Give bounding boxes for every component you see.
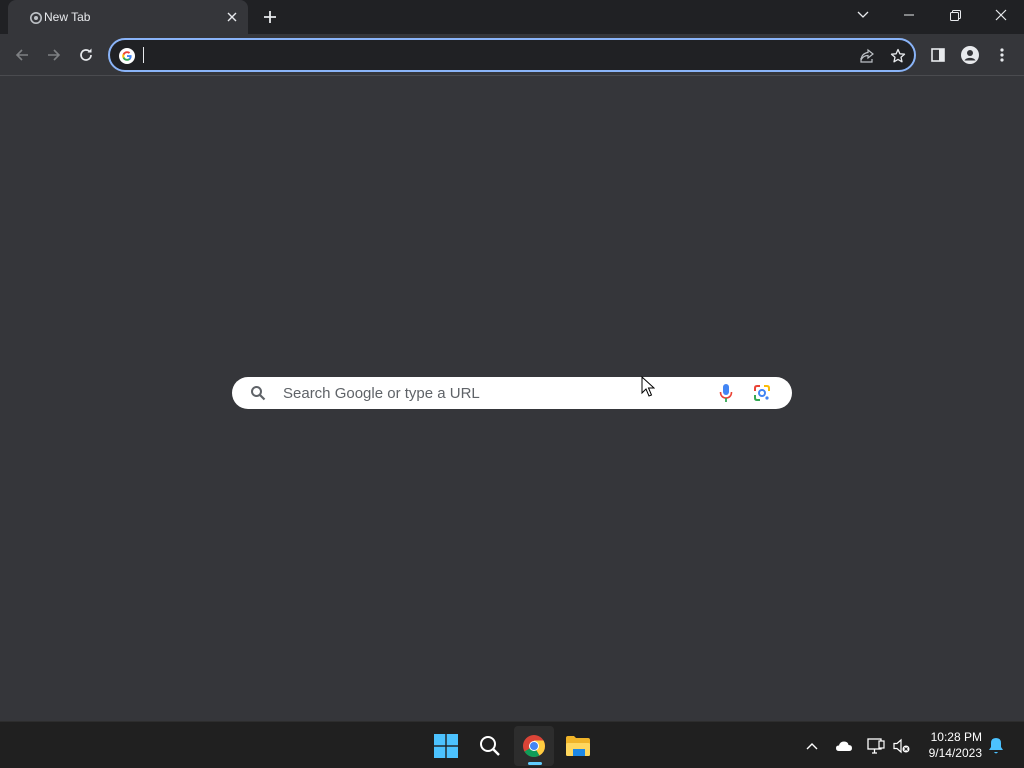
text-caret [143,47,144,63]
tab-search-button[interactable] [840,0,886,30]
active-app-indicator [528,762,542,765]
browser-toolbar [0,34,1024,76]
profile-button[interactable] [958,43,982,67]
network-icon [867,738,885,754]
address-input[interactable] [142,44,842,66]
side-panel-icon [931,48,945,62]
ntp-search-placeholder: Search Google or type a URL [283,385,480,402]
tab-new-tab[interactable]: New Tab [8,0,248,34]
close-window-button[interactable] [978,0,1024,30]
address-bar[interactable] [108,38,916,72]
search-icon [250,385,266,401]
back-button[interactable] [10,43,34,67]
taskbar-search-button[interactable] [470,726,510,766]
star-icon[interactable] [889,47,907,65]
reload-icon [80,48,92,61]
plus-icon [264,11,276,23]
tab-strip: New Tab [0,0,1024,34]
new-tab-button[interactable] [258,5,282,29]
volume-button[interactable] [892,736,912,756]
restore-icon [949,9,961,21]
folder-icon [566,736,590,756]
forward-button[interactable] [42,43,66,67]
taskbar-clock[interactable]: 10:28 PM 9/14/2023 [918,729,982,761]
menu-button[interactable] [990,43,1014,67]
profile-icon [961,46,979,64]
clock-time: 10:28 PM [930,730,982,744]
tab-close-icon[interactable] [224,9,240,25]
search-icon [480,736,500,756]
taskbar-file-explorer-button[interactable] [558,726,598,766]
ntp-search-box[interactable]: Search Google or type a URL [232,377,792,409]
chrome-icon [523,735,545,757]
tray-overflow-button[interactable] [802,736,822,756]
minimize-icon [904,14,914,16]
network-button[interactable] [866,736,886,756]
restore-button[interactable] [932,0,978,30]
google-lens-icon[interactable] [753,384,771,402]
chrome-favicon-icon [30,11,42,24]
cloud-icon [836,741,852,751]
arrow-right-icon [48,49,61,61]
clock-date: 9/14/2023 [928,746,982,760]
microphone-icon[interactable] [718,383,734,403]
notifications-button[interactable] [986,736,1006,756]
chevron-up-icon [806,743,818,750]
tab-title: New Tab [44,10,91,24]
reload-button[interactable] [74,43,98,67]
minimize-button[interactable] [886,0,932,30]
side-panel-button[interactable] [926,43,950,67]
taskbar: 10:28 PM 9/14/2023 [0,721,1024,768]
chevron-down-icon [857,11,869,18]
mouse-pointer-icon [641,375,656,398]
bell-icon [989,738,1003,754]
speaker-muted-icon [893,738,910,754]
start-button[interactable] [426,726,466,766]
arrow-left-icon [15,49,28,61]
share-icon[interactable] [858,47,876,65]
google-g-icon [119,48,135,64]
kebab-menu-icon [1000,48,1004,62]
windows-logo-icon [434,734,458,758]
onedrive-button[interactable] [834,736,854,756]
close-icon [995,9,1007,21]
taskbar-chrome-button[interactable] [514,726,554,766]
